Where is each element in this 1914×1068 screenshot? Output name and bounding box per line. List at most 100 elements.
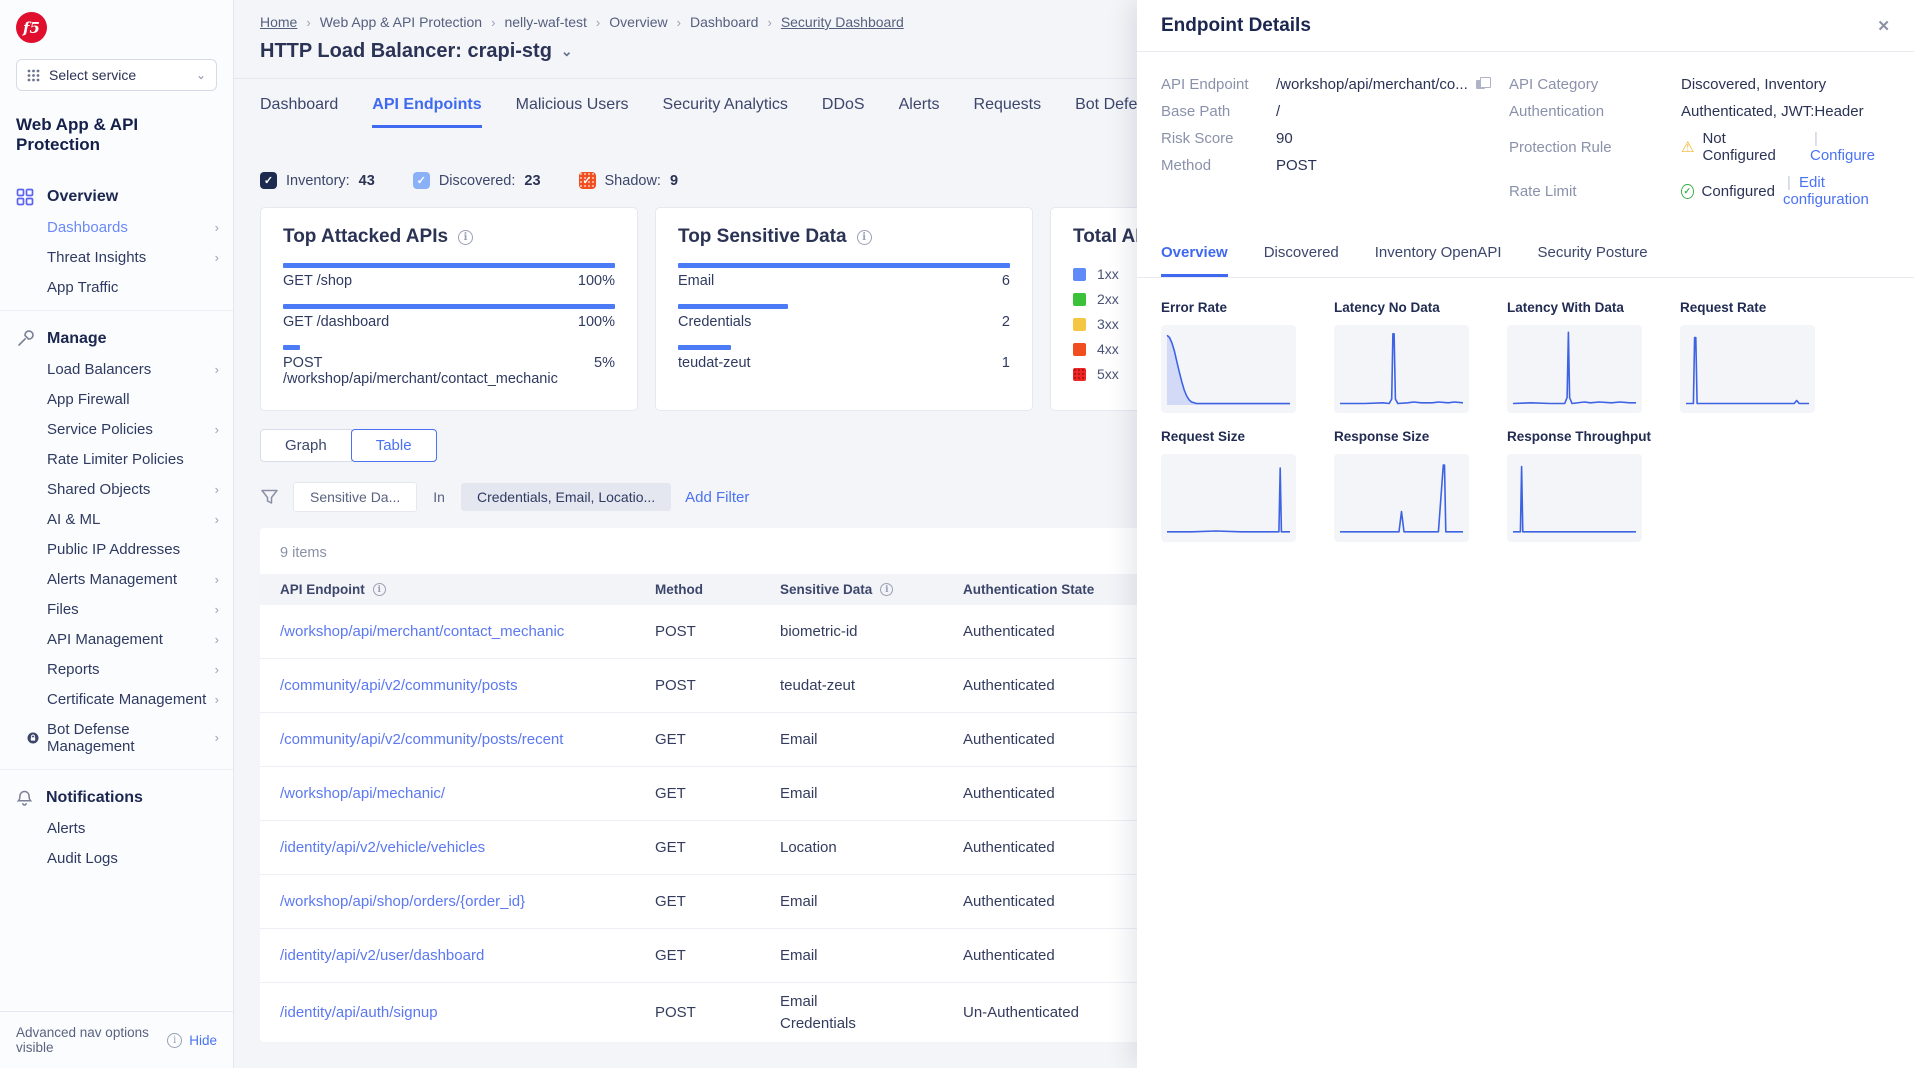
sidebar-item[interactable]: Service Policies <box>0 414 233 444</box>
sidebar-item[interactable]: API Management <box>0 624 233 654</box>
sensitive-data-value: Location <box>780 837 943 859</box>
endpoint-link[interactable]: /identity/api/v2/vehicle/vehicles <box>260 829 635 867</box>
info-icon[interactable] <box>373 583 386 596</box>
detail-action-link[interactable]: Configure <box>1810 147 1875 164</box>
checkbox-checked-icon[interactable] <box>579 172 596 189</box>
sidebar-item[interactable]: Alerts <box>0 813 233 843</box>
nav-section-head[interactable]: Manage <box>0 324 233 354</box>
endpoint-link[interactable]: /identity/api/auth/signup <box>260 994 635 1032</box>
summary-checkbox-item[interactable]: Shadow: 9 <box>579 172 679 189</box>
endpoint-link[interactable]: /identity/api/v2/user/dashboard <box>260 937 635 975</box>
tab[interactable]: API Endpoints <box>372 96 481 128</box>
tab[interactable]: Malicious Users <box>516 96 629 128</box>
sidebar-item[interactable]: Dashboards <box>0 212 233 242</box>
sidebar-item[interactable]: Rate Limiter Policies <box>0 444 233 474</box>
endpoint-link[interactable]: /workshop/api/shop/orders/{order_id} <box>260 883 635 921</box>
chevron-right-icon <box>215 482 219 497</box>
sidebar-item[interactable]: App Firewall <box>0 384 233 414</box>
tab[interactable]: Alerts <box>899 96 940 128</box>
breadcrumb-item[interactable]: Dashboard <box>690 14 759 30</box>
sidebar-item[interactable]: App Traffic <box>0 272 233 302</box>
sidebar-item[interactable]: Reports <box>0 654 233 684</box>
filter-field-chip[interactable]: Sensitive Da... <box>293 482 417 512</box>
breadcrumb-item[interactable]: Web App & API Protection <box>320 14 482 30</box>
divider: | <box>1810 130 1822 147</box>
info-icon[interactable] <box>880 583 893 596</box>
checkbox-checked-icon[interactable] <box>260 172 277 189</box>
sidebar-item[interactable]: Threat Insights <box>0 242 233 272</box>
sidebar-item[interactable]: Public IP Addresses <box>0 534 233 564</box>
tab[interactable]: Dashboard <box>260 96 338 128</box>
select-service-dropdown[interactable]: Select service <box>16 59 217 91</box>
chevron-right-icon <box>215 362 219 377</box>
sidebar-item[interactable]: Alerts Management <box>0 564 233 594</box>
sidebar-item[interactable]: Files <box>0 594 233 624</box>
endpoint-link[interactable]: /community/api/v2/community/posts/recent <box>260 721 635 759</box>
panel-tab[interactable]: Discovered <box>1264 244 1339 277</box>
bar-label: Credentials <box>678 314 751 330</box>
sparkline-chart <box>1334 325 1469 413</box>
legend-swatch <box>1073 268 1086 281</box>
sidebar-item[interactable]: Shared Objects <box>0 474 233 504</box>
chevron-right-icon <box>215 730 219 745</box>
title-chevron-down-icon[interactable] <box>561 43 573 60</box>
column-header[interactable]: Sensitive Data <box>760 582 943 597</box>
sparkline-cell: Latency No Data <box>1334 300 1469 413</box>
column-header[interactable]: API Endpoint <box>260 582 635 597</box>
sparkline-chart <box>1334 454 1469 542</box>
sidebar-item[interactable]: AI & ML <box>0 504 233 534</box>
panel-tab[interactable]: Inventory OpenAPI <box>1375 244 1502 277</box>
close-icon[interactable] <box>1877 17 1890 35</box>
toggle-option[interactable]: Table <box>351 429 437 462</box>
tab[interactable]: Requests <box>974 96 1042 128</box>
panel-tab[interactable]: Security Posture <box>1538 244 1648 277</box>
breadcrumb-separator-icon: › <box>306 15 310 30</box>
sidebar-item[interactable]: Bot Defense Management <box>0 714 233 761</box>
add-filter-button[interactable]: Add Filter <box>685 489 749 506</box>
tab[interactable]: Security Analytics <box>663 96 788 128</box>
product-title: Web App & API Protection <box>16 115 217 155</box>
breadcrumb-item[interactable]: Overview <box>609 14 667 30</box>
sidebar-item[interactable]: Audit Logs <box>0 843 233 873</box>
panel-tab[interactable]: Overview <box>1161 244 1228 277</box>
sidebar-item[interactable]: Certificate Management <box>0 684 233 714</box>
sidebar-item[interactable]: Load Balancers <box>0 354 233 384</box>
hide-nav-button[interactable]: Hide <box>189 1033 217 1048</box>
toggle-option[interactable]: Graph <box>260 429 352 462</box>
card-title: Top Sensitive Data <box>678 226 847 248</box>
endpoint-details-panel: Endpoint Details API Endpoint /workshop/… <box>1137 0 1914 1068</box>
f5-logo-icon[interactable] <box>16 12 47 43</box>
chevron-right-icon <box>215 662 219 677</box>
column-header[interactable]: Method <box>635 582 760 597</box>
summary-label: Discovered: <box>439 173 516 189</box>
endpoint-link[interactable]: /workshop/api/merchant/contact_mechanic <box>260 613 635 651</box>
nav-section-overview: Overview Dashboards Threat Insights App … <box>0 169 233 310</box>
nav-section-head[interactable]: Overview <box>0 182 233 212</box>
breadcrumb-item[interactable]: Home <box>260 14 297 30</box>
chevron-right-icon <box>215 422 219 437</box>
legend-swatch <box>1073 343 1086 356</box>
breadcrumb-item[interactable]: nelly-waf-test <box>504 14 586 30</box>
filter-value-chip[interactable]: Credentials, Email, Locatio... <box>461 483 671 511</box>
method-cell: POST <box>635 667 760 705</box>
copy-icon[interactable] <box>1476 77 1491 92</box>
chevron-down-icon <box>196 68 206 82</box>
info-icon[interactable] <box>167 1033 182 1048</box>
nav-section-label: Overview <box>47 188 118 206</box>
detail-action-link[interactable]: Edit configuration <box>1783 174 1869 208</box>
method-cell: GET <box>635 721 760 759</box>
endpoint-link[interactable]: /workshop/api/mechanic/ <box>260 775 635 813</box>
sensitive-data-value: Email <box>780 991 943 1013</box>
breadcrumb-item[interactable]: Security Dashboard <box>781 14 904 30</box>
info-icon[interactable] <box>857 230 872 245</box>
checkbox-checked-icon[interactable] <box>413 172 430 189</box>
summary-count: 43 <box>359 173 375 189</box>
sidebar-item-label: App Firewall <box>47 391 130 408</box>
info-icon[interactable] <box>458 230 473 245</box>
tab[interactable]: DDoS <box>822 96 865 128</box>
summary-checkbox-item[interactable]: Inventory: 43 <box>260 172 375 189</box>
summary-checkbox-item[interactable]: Discovered: 23 <box>413 172 541 189</box>
endpoint-link[interactable]: /community/api/v2/community/posts <box>260 667 635 705</box>
panel-tabs: Overview Discovered Inventory OpenAPI Se… <box>1137 222 1914 278</box>
nav-section-head[interactable]: Notifications <box>0 783 233 813</box>
